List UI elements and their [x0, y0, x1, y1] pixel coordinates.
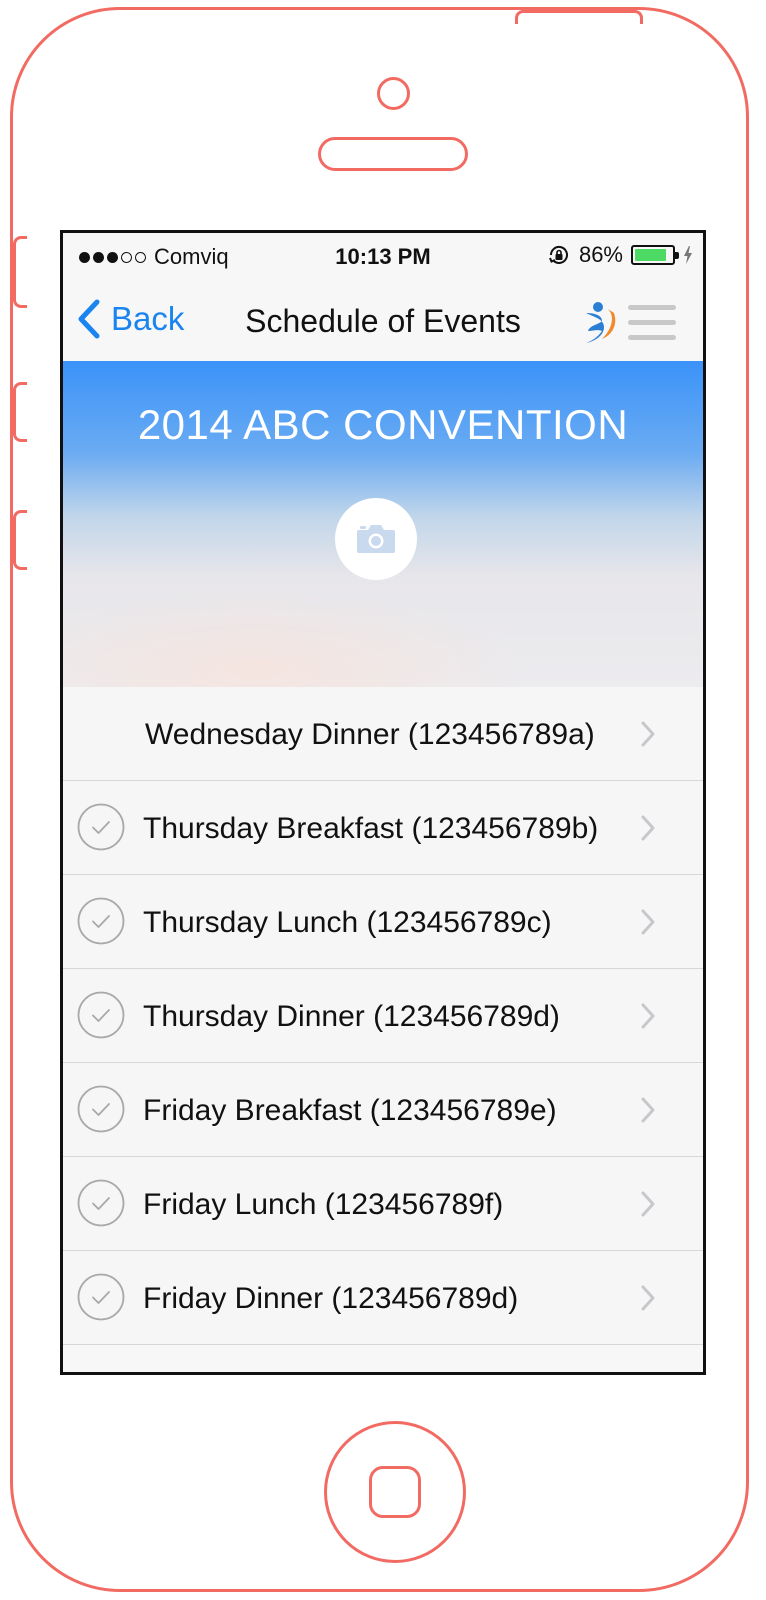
volume-down-button — [13, 510, 27, 570]
home-button[interactable] — [324, 1421, 466, 1563]
event-label: Thursday Breakfast (123456789b) — [143, 812, 599, 845]
checkmark-circle-icon[interactable] — [77, 1085, 125, 1133]
event-label: Wednesday Dinner (123456789a) — [145, 718, 595, 751]
chevron-right-icon — [641, 1097, 655, 1123]
chevron-right-icon — [641, 815, 655, 841]
event-title: 2014 ABC CONVENTION — [137, 401, 629, 448]
checkmark-circle-icon[interactable] — [77, 1273, 125, 1321]
chevron-right-icon — [641, 1285, 655, 1311]
event-header-banner: 2014 ABC CONVENTION — [63, 361, 703, 687]
add-photo-button[interactable] — [335, 498, 417, 580]
home-button-square — [369, 1466, 421, 1518]
event-row[interactable]: Thursday Breakfast (123456789b) — [63, 781, 703, 875]
event-row[interactable]: Thursday Dinner (123456789d) — [63, 969, 703, 1063]
checkmark-circle-icon[interactable] — [77, 991, 125, 1039]
event-row[interactable]: Friday Breakfast (123456789e) — [63, 1063, 703, 1157]
checkmark-circle-icon[interactable] — [77, 1179, 125, 1227]
checkmark-circle-icon[interactable] — [77, 897, 125, 945]
event-label: Friday Lunch (123456789f) — [143, 1188, 504, 1221]
app-logo-icon — [586, 302, 616, 343]
checkmark-circle-icon[interactable] — [77, 803, 125, 851]
power-button — [515, 10, 643, 24]
chevron-right-icon — [641, 909, 655, 935]
chevron-right-icon — [641, 1003, 655, 1029]
status-bar: Comviq 10:13 PM 86% — [63, 233, 703, 277]
rotation-lock-icon — [549, 246, 568, 264]
status-right: 86% — [547, 242, 693, 268]
charging-bolt-icon — [684, 246, 692, 264]
chevron-right-icon — [641, 721, 655, 747]
event-row[interactable]: Wednesday Dinner (123456789a) — [63, 687, 703, 781]
hamburger-menu-icon[interactable] — [628, 305, 676, 341]
battery-tip — [675, 252, 679, 259]
event-list: Wednesday Dinner (123456789a) Thursday Br… — [63, 687, 703, 1345]
earpiece-speaker — [318, 137, 468, 171]
mute-switch — [13, 236, 27, 308]
navigation-bar: Back Schedule of Events — [63, 277, 703, 362]
event-label: Friday Dinner (123456789d) — [143, 1282, 519, 1315]
front-camera — [377, 77, 410, 110]
event-row[interactable]: Friday Dinner (123456789d) — [63, 1251, 703, 1345]
event-label: Friday Breakfast (123456789e) — [143, 1094, 557, 1127]
battery-level — [635, 249, 666, 261]
battery-icon — [631, 245, 679, 265]
event-row[interactable]: Friday Lunch (123456789f) — [63, 1157, 703, 1251]
battery-percent: 86% — [578, 242, 623, 267]
app-screen: Comviq 10:13 PM 86% Back Schedule of Eve… — [60, 230, 706, 1375]
event-row[interactable]: Thursday Lunch (123456789c) — [63, 875, 703, 969]
event-label: Thursday Lunch (123456789c) — [143, 906, 552, 939]
event-label: Thursday Dinner (123456789d) — [143, 1000, 560, 1033]
chevron-right-icon — [641, 1191, 655, 1217]
volume-up-button — [13, 382, 27, 442]
camera-icon — [357, 525, 395, 553]
